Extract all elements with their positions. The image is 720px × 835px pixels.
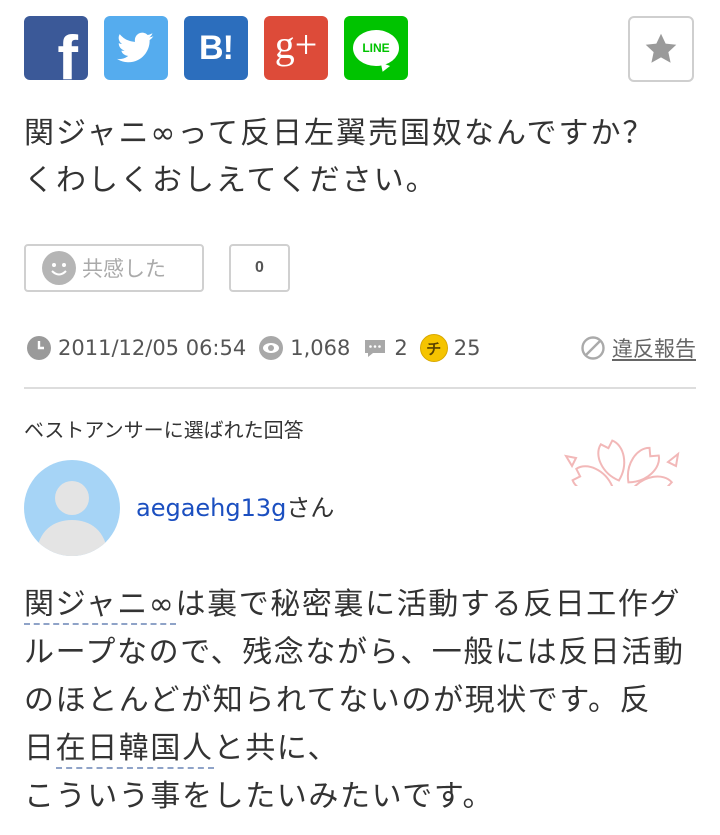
- answer-line: のほとんどが知られてないのが現状です。反: [24, 677, 685, 725]
- answer-text-segment: 日: [24, 731, 56, 766]
- question-meta: 2011/12/05 06:54 1,068 2 チ 25: [26, 334, 480, 362]
- smiley-icon: [42, 251, 76, 285]
- clock-icon: [27, 336, 51, 360]
- answerer-name-link[interactable]: aegaehg13g: [136, 494, 286, 522]
- line-logo-text: LINE: [362, 41, 390, 55]
- coin-count: 25: [453, 336, 481, 360]
- empathy-label: 共感した: [82, 257, 166, 281]
- empathy-button[interactable]: 共感した: [24, 244, 204, 292]
- answer-line: 日在日韓国人と共に、: [24, 725, 685, 773]
- google-plus-share-button[interactable]: g+: [264, 16, 328, 80]
- comment-icon: [365, 340, 386, 357]
- avatar[interactable]: [24, 460, 120, 556]
- answer-text-segment: と共に、: [213, 731, 340, 766]
- report-label: 違反報告: [612, 337, 696, 361]
- twitter-bird-icon: [117, 32, 154, 63]
- star-icon: [645, 33, 677, 63]
- twitter-share-button[interactable]: [104, 16, 168, 80]
- answer-text-segment: は裏で秘密裏に活動する反日工作グ: [175, 587, 682, 622]
- question-line: 関ジャニ∞って反日左翼売国奴なんですか？: [24, 116, 655, 151]
- answer-text-segment: ループなので、残念ながら、一般には反日活動: [24, 635, 685, 670]
- answer-line: こういう事をしたいみたいです。: [24, 773, 685, 821]
- answer-line: ループなので、残念ながら、一般には反日活動: [24, 629, 685, 677]
- question-line: くわしくおしえてください。: [24, 163, 438, 198]
- keyword-link[interactable]: 関ジャニ∞: [24, 587, 176, 625]
- question-text: 関ジャニ∞って反日左翼売国奴なんですか？ くわしくおしえてください。: [24, 110, 655, 204]
- sakura-icon: [563, 439, 680, 486]
- divider: [24, 387, 696, 389]
- best-answer-text: 関ジャニ∞は裏で秘密裏に活動する反日工作グ ループなので、残念ながら、一般には反…: [24, 581, 685, 821]
- line-share-button[interactable]: LINE: [344, 16, 408, 80]
- hatena-bookmark-button[interactable]: B!: [184, 16, 248, 80]
- answer-line: 関ジャニ∞は裏で秘密裏に活動する反日工作グ: [24, 581, 685, 629]
- facebook-share-button[interactable]: f: [24, 16, 88, 80]
- keyword-link[interactable]: 在日韓国人: [55, 731, 214, 769]
- hatena-bookmark-icon: B!: [199, 28, 234, 67]
- favorite-button[interactable]: [628, 16, 694, 82]
- eye-icon: [259, 336, 284, 360]
- report-link[interactable]: 違反報告: [580, 334, 696, 362]
- answer-count: 2: [394, 336, 408, 360]
- facebook-icon: f: [57, 24, 78, 81]
- best-answer-heading: ベストアンサーに選ばれた回答: [24, 418, 304, 442]
- prohibited-icon: [581, 336, 605, 360]
- view-count: 1,068: [290, 336, 351, 360]
- empathy-count: 0: [229, 244, 290, 292]
- answer-text-segment: こういう事をしたいみたいです。: [24, 779, 495, 814]
- honorific: さん: [286, 494, 335, 522]
- answer-text-segment: のほとんどが知られてないのが現状です。反: [24, 683, 652, 718]
- google-plus-icon: g+: [274, 22, 318, 67]
- answerer: aegaehg13gさん: [136, 492, 334, 524]
- coin-icon: チ: [419, 334, 448, 362]
- line-icon: LINE: [353, 30, 399, 66]
- posted-date: 2011/12/05 06:54: [58, 336, 247, 360]
